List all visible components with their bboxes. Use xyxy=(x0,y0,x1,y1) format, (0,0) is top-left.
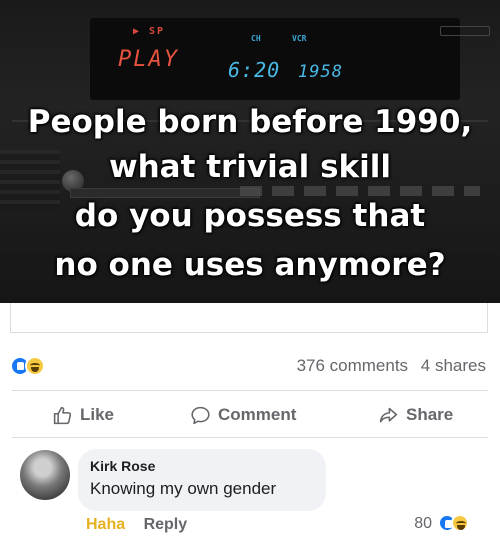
action-bar: Like Comment Share xyxy=(0,395,500,435)
vcr-counter: 1958 xyxy=(298,62,343,82)
haha-icon xyxy=(451,514,469,532)
haha-reaction-link[interactable]: Haha xyxy=(86,516,125,533)
share-icon xyxy=(379,407,398,422)
shares-count[interactable]: 4 shares xyxy=(421,356,486,375)
vcr-vcr-label: VCR xyxy=(292,34,307,43)
comment-reaction-count: 80 xyxy=(414,515,432,532)
post-stats: 376 comments 4 shares xyxy=(0,352,500,382)
comment-text: Knowing my own gender xyxy=(90,479,277,498)
headline-line-3: do you possess that xyxy=(74,198,426,234)
vcr-channel-label: CH xyxy=(251,34,261,43)
like-button[interactable]: Like xyxy=(52,403,114,427)
share-button[interactable]: Share xyxy=(378,403,453,427)
post-image[interactable]: ▶ SP PLAY CH VCR 6:20 1958 People born b… xyxy=(0,0,500,303)
comment-author[interactable]: Kirk Rose xyxy=(90,458,314,474)
comment-bubble: Kirk Rose Knowing my own gender xyxy=(78,449,326,511)
headline-line-4: no one uses anymore? xyxy=(54,247,446,283)
comments-count[interactable]: 376 comments xyxy=(297,356,409,375)
like-label: Like xyxy=(80,405,115,424)
vcr-button-row xyxy=(240,186,480,196)
headline-line-2: what trivial skill xyxy=(108,149,392,185)
reply-link[interactable]: Reply xyxy=(144,516,188,533)
haha-icon xyxy=(25,356,45,376)
vcr-clock: 6:20 xyxy=(228,58,281,82)
share-label: Share xyxy=(406,405,454,424)
thumbs-up-icon xyxy=(53,406,72,424)
avatar[interactable] xyxy=(20,450,70,500)
comment-icon xyxy=(191,406,210,424)
divider xyxy=(12,390,488,391)
divider xyxy=(12,437,488,438)
reaction-summary[interactable] xyxy=(10,356,60,378)
engagement-counts: 376 comments 4 shares xyxy=(289,356,486,376)
headline-line-1: People born before 1990, xyxy=(27,104,473,140)
comment-reaction-icons xyxy=(438,514,472,534)
vcr-plate xyxy=(440,26,490,36)
comment-button[interactable]: Comment xyxy=(190,403,296,427)
vcr-mode-label: ▶ SP xyxy=(133,26,166,37)
comment-actions: Haha Reply xyxy=(86,516,187,534)
vcr-play-label: PLAY xyxy=(118,47,179,72)
image-footer-box xyxy=(10,303,488,333)
comment-reactions[interactable]: 80 xyxy=(414,514,472,534)
comment-label: Comment xyxy=(218,405,297,424)
